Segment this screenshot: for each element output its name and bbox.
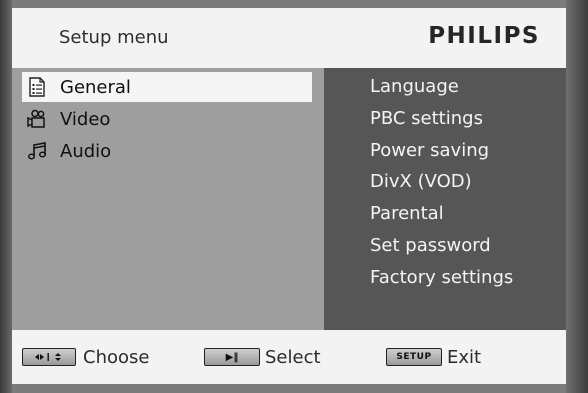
menu-item-audio[interactable]: Audio — [22, 136, 312, 166]
footer-bar: Choose ▶‖ Select SETUP Exit — [12, 330, 566, 384]
menu-item-label: General — [60, 76, 131, 98]
menu-item-general[interactable]: General — [22, 72, 312, 102]
menu-item-label: Audio — [60, 140, 112, 162]
submenu-item-pbc-settings[interactable]: PBC settings — [370, 108, 483, 129]
submenu-item-factory-settings[interactable]: Factory settings — [370, 267, 513, 288]
page-title: Setup menu — [59, 27, 169, 48]
setup-key-icon: SETUP — [386, 348, 442, 366]
submenu-item-set-password[interactable]: Set password — [370, 235, 491, 256]
menu-item-label: Video — [60, 108, 111, 130]
play-pause-key-icon: ▶‖ — [204, 348, 260, 366]
video-camera-icon — [26, 108, 48, 130]
main-menu-panel: General Video Audio — [12, 68, 324, 330]
submenu-item-parental[interactable]: Parental — [370, 203, 444, 224]
background-edge-right — [566, 0, 588, 393]
music-note-icon — [26, 140, 48, 162]
exit-label: Exit — [447, 347, 482, 368]
header-bar: Setup menu PHILIPS — [12, 8, 566, 68]
submenu-item-power-saving[interactable]: Power saving — [370, 140, 489, 161]
submenu-panel: Language PBC settings Power saving DivX … — [324, 68, 566, 330]
submenu-item-divx-vod[interactable]: DivX (VOD) — [370, 171, 472, 192]
document-list-icon — [26, 76, 48, 98]
navigation-key-icon — [22, 348, 76, 366]
submenu-item-language[interactable]: Language — [370, 76, 459, 97]
select-label: Select — [265, 347, 321, 368]
menu-item-video[interactable]: Video — [22, 104, 312, 134]
choose-label: Choose — [83, 347, 150, 368]
background-edge-left — [0, 0, 12, 393]
brand-logo: PHILIPS — [428, 23, 540, 49]
